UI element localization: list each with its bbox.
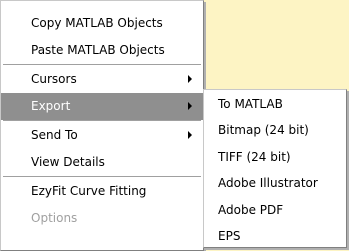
- menu-item-paste-matlab-objects[interactable]: Paste MATLAB Objects: [1, 37, 203, 64]
- menu-item-label: Copy MATLAB Objects: [31, 16, 163, 30]
- submenu-arrow-icon: [188, 131, 192, 139]
- export-submenu: To MATLAB Bitmap (24 bit) TIFF (24 bit) …: [203, 89, 347, 248]
- submenu-item-label: Adobe Illustrator: [218, 176, 318, 191]
- submenu-item-to-matlab[interactable]: To MATLAB: [204, 91, 346, 117]
- menu-item-label: View Details: [31, 155, 105, 169]
- menu-item-label: Paste MATLAB Objects: [31, 43, 165, 57]
- menu-item-view-details[interactable]: View Details: [1, 149, 203, 176]
- submenu-item-label: Bitmap (24 bit): [218, 123, 309, 138]
- menu-item-label: Export: [31, 99, 71, 113]
- menu-item-send-to[interactable]: Send To: [1, 122, 203, 149]
- menu-item-label: Options: [31, 211, 78, 225]
- menu-item-label: Cursors: [31, 72, 77, 86]
- submenu-arrow-icon: [188, 75, 192, 83]
- submenu-item-tiff[interactable]: TIFF (24 bit): [204, 144, 346, 170]
- submenu-item-label: TIFF (24 bit): [218, 149, 291, 164]
- submenu-item-adobe-pdf[interactable]: Adobe PDF: [204, 197, 346, 223]
- menu-item-label: Send To: [31, 128, 78, 142]
- menu-item-ezyfit-curve-fitting[interactable]: EzyFit Curve Fitting: [1, 178, 203, 205]
- submenu-item-adobe-illustrator[interactable]: Adobe Illustrator: [204, 170, 346, 196]
- menu-item-options: Options: [1, 205, 203, 232]
- menu-item-export[interactable]: Export: [1, 93, 203, 120]
- context-menu: Copy MATLAB Objects Paste MATLAB Objects…: [0, 0, 204, 251]
- submenu-item-bitmap[interactable]: Bitmap (24 bit): [204, 117, 346, 143]
- submenu-item-label: To MATLAB: [218, 97, 283, 111]
- menu-item-cursors[interactable]: Cursors: [1, 66, 203, 93]
- menu-item-copy-matlab-objects[interactable]: Copy MATLAB Objects: [1, 10, 203, 37]
- submenu-item-label: Adobe PDF: [218, 202, 284, 217]
- submenu-arrow-icon: [188, 102, 192, 110]
- menu-item-label: EzyFit Curve Fitting: [31, 184, 147, 198]
- submenu-item-label: EPS: [218, 228, 241, 243]
- submenu-item-eps[interactable]: EPS: [204, 223, 346, 249]
